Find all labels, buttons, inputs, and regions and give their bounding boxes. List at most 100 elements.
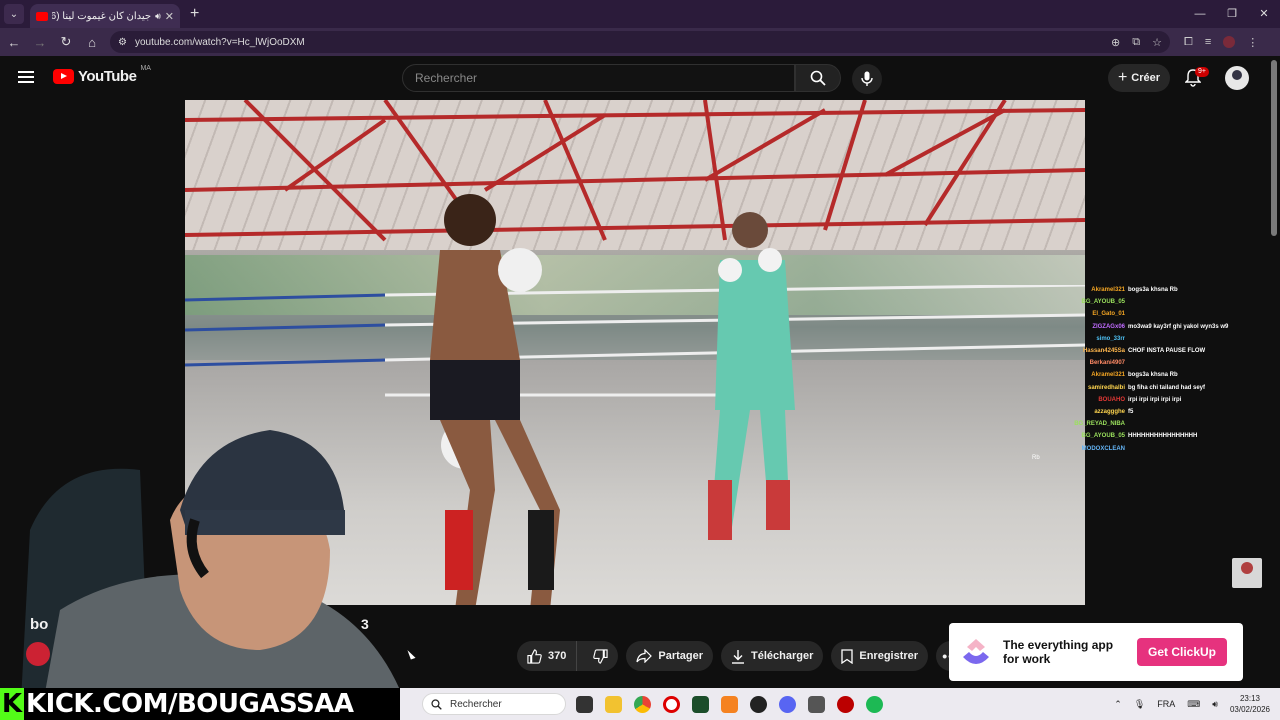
zoom-icon[interactable]: ⊕: [1111, 36, 1120, 49]
account-avatar[interactable]: [1225, 66, 1249, 90]
download-button[interactable]: Télécharger: [721, 641, 824, 671]
chat-username: simo_33rr: [1096, 335, 1125, 342]
reading-list-icon[interactable]: ≡: [1205, 36, 1211, 48]
sidebar-thumbnail[interactable]: [1232, 558, 1262, 588]
tray-chevron-icon[interactable]: ⌃: [1114, 699, 1122, 710]
like-count: 370: [548, 650, 567, 662]
home-icon[interactable]: ⌂: [80, 35, 104, 50]
video-overlay-text: Rb: [1032, 455, 1040, 461]
chat-message: Berkani4907: [1065, 357, 1255, 369]
search-button[interactable]: [795, 64, 841, 92]
microphone-icon: [861, 71, 873, 86]
voice-search-button[interactable]: [852, 64, 882, 94]
task-view-icon[interactable]: [576, 695, 593, 713]
clock[interactable]: 23:13 03/02/2026: [1230, 693, 1270, 715]
chat-text: mo3wa9 kay3rf ghi yakol wyn3s w9: [1128, 323, 1229, 330]
language-indicator[interactable]: FRA: [1157, 699, 1175, 709]
taskbar-apps: [576, 695, 883, 713]
chat-username: BG_AYOUB_05: [1081, 433, 1125, 440]
volume-icon[interactable]: 🔊︎: [1212, 699, 1218, 710]
save-button[interactable]: Enregistrer: [831, 641, 929, 671]
youtube-favicon-icon: [36, 11, 48, 21]
clickup-logo-icon: [963, 639, 989, 664]
youtube-play-icon: [53, 69, 74, 84]
chat-username: Hassan4245Sa: [1082, 348, 1125, 355]
youtube-header: YouTube MA Rechercher + Créer 9+: [0, 56, 1280, 100]
discord-icon[interactable]: [779, 695, 796, 713]
ad-banner[interactable]: The everything app for work Get ClickUp: [949, 623, 1243, 681]
chat-username: Akramel321: [1091, 287, 1125, 293]
share-button[interactable]: Partager: [626, 641, 713, 671]
obs-icon[interactable]: [750, 695, 767, 713]
search-input[interactable]: Rechercher: [402, 64, 795, 92]
thumbs-down-icon: [593, 648, 608, 664]
browser-tab-bar: ⌄ جيدان كان غيموت لينا (46) 🔊︎ ✕ + — ❐ ✕: [0, 0, 1280, 28]
kick-logo-icon: K: [0, 688, 24, 720]
profile-avatar-icon[interactable]: [1223, 36, 1236, 48]
speaker-icon[interactable]: 🔊︎: [155, 11, 161, 22]
back-arrow-icon[interactable]: ←: [2, 35, 26, 50]
app-orange-icon[interactable]: [721, 695, 738, 713]
tab-close-icon[interactable]: ✕: [165, 10, 174, 23]
taskbar-search-icon: [431, 698, 442, 710]
bookmark-star-icon[interactable]: ☆: [1152, 36, 1162, 49]
channel-avatar[interactable]: [26, 642, 50, 666]
chat-message: BG_AYOUB_05 HHHHHHHHHHHHHHHH: [1065, 430, 1255, 442]
chat-message: El_Gato_01: [1065, 308, 1255, 320]
site-info-icon[interactable]: ⚙︎: [118, 37, 127, 48]
chat-message: BG_REYAD_NIBA: [1065, 418, 1255, 430]
system-tray: ⌃ 🎙︎ FRA ⌨︎ 🔊︎ 23:13 03/02/2026: [1114, 688, 1270, 720]
install-app-icon[interactable]: ⧉: [1132, 36, 1140, 49]
chat-text: HHHHHHHHHHHHHHHH: [1128, 433, 1198, 440]
clock-time: 23:13: [1239, 694, 1260, 703]
windows-taskbar: Rechercher ⌃ 🎙︎ FRA ⌨︎ 🔊︎ 23:13 03/02/20…: [400, 688, 1280, 720]
youtube-logo[interactable]: YouTube MA: [53, 65, 151, 85]
dislike-button[interactable]: [583, 641, 618, 671]
reload-icon[interactable]: ↻: [54, 34, 78, 50]
chat-text: bogs3a khsna Rb: [1128, 372, 1178, 379]
chat-username: samiredhalbi: [1087, 384, 1125, 391]
spotify-icon[interactable]: [866, 695, 883, 713]
tray-mic-icon[interactable]: 🎙︎: [1134, 699, 1145, 710]
ad-cta-button[interactable]: Get ClickUp: [1137, 638, 1228, 666]
app-grey-icon[interactable]: [808, 695, 825, 713]
window-controls: — ❐ ✕: [1184, 0, 1280, 28]
notification-badge: 9+: [1195, 67, 1209, 77]
chat-message: samiredhalbi bg fiha chi tailand had seyf: [1065, 382, 1255, 394]
tab-title: جيدان كان غيموت لينا (46): [52, 10, 152, 22]
bookmark-icon: [841, 648, 854, 664]
menu-kebab-icon[interactable]: ⋮: [1247, 36, 1258, 49]
close-window-button[interactable]: ✕: [1248, 0, 1280, 28]
new-tab-button[interactable]: +: [190, 5, 199, 23]
forward-arrow-icon[interactable]: →: [28, 35, 52, 50]
extensions-icon[interactable]: ⧠: [1184, 36, 1193, 49]
chat-username: BOUAHO: [1098, 396, 1125, 403]
chat-username: BG_REYAD_NIBA: [1074, 421, 1125, 428]
tab-search-dropdown[interactable]: ⌄: [4, 4, 24, 24]
hamburger-menu-icon[interactable]: [18, 71, 34, 83]
chat-message: Hassan4245Sa CHOF INSTA PAUSE FLOW: [1065, 345, 1255, 357]
address-bar[interactable]: ⚙︎ youtube.com/watch?v=Hc_lWjOoDXM ⊕ ⧉ ☆: [110, 31, 1170, 53]
terminal-icon[interactable]: [692, 695, 709, 713]
share-label: Partager: [658, 650, 703, 662]
create-button[interactable]: + Créer: [1108, 64, 1170, 92]
chat-username: MODOXCLEAN: [1081, 445, 1125, 452]
video-title-fragment: bo: [30, 616, 49, 633]
download-label: Télécharger: [751, 650, 814, 662]
page-scrollbar[interactable]: [1271, 60, 1277, 236]
chrome-icon[interactable]: [634, 695, 651, 713]
chat-text: f5: [1128, 409, 1134, 416]
youtube-wordmark: YouTube: [78, 68, 137, 85]
like-button[interactable]: 370: [517, 641, 578, 671]
maximize-button[interactable]: ❐: [1216, 0, 1248, 28]
browser-tab-active[interactable]: جيدان كان غيموت لينا (46) 🔊︎ ✕: [30, 4, 180, 28]
file-explorer-icon[interactable]: [605, 695, 622, 713]
opera-icon[interactable]: [663, 695, 680, 713]
network-icon[interactable]: ⌨︎: [1187, 699, 1200, 710]
chat-message: azzaggghe f5: [1065, 406, 1255, 418]
fighter-right-figure: [708, 212, 795, 540]
taskbar-search[interactable]: Rechercher: [422, 693, 566, 715]
app-red-icon[interactable]: [837, 695, 854, 713]
chat-text: bogs3a khsna Rb: [1128, 287, 1178, 293]
minimize-button[interactable]: —: [1184, 0, 1216, 28]
